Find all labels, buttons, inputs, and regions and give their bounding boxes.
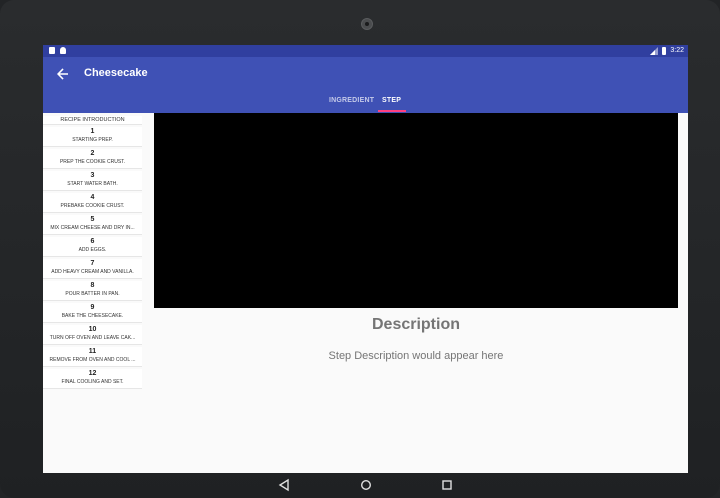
battery-icon [662, 46, 667, 55]
tablet-frame: 3:22 Cheesecake INGREDIENT STEP RECIPE I… [0, 0, 720, 498]
step-number: 5 [90, 216, 95, 223]
step-label: PREP THE COOKIE CRUST. [59, 159, 126, 165]
step-item[interactable]: 5 MIX CREAM CHEESE AND DRY IN... [43, 215, 142, 235]
step-label: FINAL COOLING AND SET. [61, 379, 124, 385]
android-debug-icon [60, 47, 66, 54]
page-title: Cheesecake [84, 67, 148, 79]
step-label: ADD HEAVY CREAM AND VANILLA. [51, 269, 134, 275]
tab-step[interactable]: STEP [382, 97, 401, 104]
step-item[interactable]: 10 TURN OFF OVEN AND LEAVE CAK... [43, 325, 142, 345]
step-number: 8 [90, 282, 95, 289]
step-number: 6 [90, 238, 95, 245]
step-number: 9 [90, 304, 95, 311]
system-nav-bar [0, 473, 720, 498]
step-label: ADD EGGS. [78, 247, 107, 253]
step-item[interactable]: 8 POUR BATTER IN PAN. [43, 281, 142, 301]
step-list: RECIPE INTRODUCTION 1 STARTING PREP. 2 PREP… [43, 116, 143, 391]
front-camera [361, 18, 373, 30]
status-bar: 3:22 [43, 45, 688, 57]
step-item[interactable]: 7 ADD HEAVY CREAM AND VANILLA. [43, 259, 142, 279]
step-number: 3 [90, 172, 95, 179]
step-label: PREBAKE COOKIE CRUST. [60, 203, 125, 209]
signal-icon [650, 46, 659, 55]
step-label: START WATER BATH. [67, 181, 118, 187]
step-item[interactable]: 6 ADD EGGS. [43, 237, 142, 257]
step-label: REMOVE FROM OVEN AND COOL ... [49, 357, 136, 363]
step-number: 7 [90, 260, 95, 267]
tab-bar: INGREDIENT STEP [43, 92, 688, 113]
description-title: Description [371, 316, 460, 333]
step-number: 1 [90, 128, 95, 135]
nav-recents-icon[interactable] [440, 478, 454, 492]
step-label: MIX CREAM CHEESE AND DRY IN... [50, 225, 135, 231]
step-item-intro[interactable]: RECIPE INTRODUCTION [43, 116, 142, 125]
tab-indicator [378, 110, 406, 112]
nav-home-icon[interactable] [359, 478, 373, 492]
step-item[interactable]: 1 STARTING PREP. [43, 127, 142, 147]
step-label: STARTING PREP. [72, 137, 113, 143]
sd-card-icon [49, 47, 55, 54]
step-number: 10 [88, 326, 97, 333]
step-label: TURN OFF OVEN AND LEAVE CAK... [49, 335, 136, 341]
video-player[interactable] [154, 113, 678, 308]
tab-ingredient[interactable]: INGREDIENT [329, 97, 374, 104]
app-screen: 3:22 Cheesecake INGREDIENT STEP RECIPE I… [43, 45, 688, 473]
app-toolbar: Cheesecake [43, 57, 688, 92]
step-item[interactable]: 3 START WATER BATH. [43, 171, 142, 191]
arrow-back-icon[interactable] [55, 66, 71, 82]
nav-back-icon[interactable] [277, 478, 291, 492]
step-item[interactable]: 2 PREP THE COOKIE CRUST. [43, 149, 142, 169]
step-number: 4 [90, 194, 95, 201]
step-number: 2 [90, 150, 95, 157]
description-text: Step Description would appear here [328, 350, 504, 362]
step-number: 11 [88, 348, 97, 355]
status-time: 3:22 [670, 47, 684, 54]
step-number: 12 [88, 370, 97, 377]
step-item[interactable]: 9 BAKE THE CHEESECAKE. [43, 303, 142, 323]
step-label: BAKE THE CHEESECAKE. [61, 313, 124, 319]
step-item[interactable]: 11 REMOVE FROM OVEN AND COOL ... [43, 347, 142, 367]
step-label: RECIPE INTRODUCTION [60, 117, 125, 123]
step-label: POUR BATTER IN PAN. [65, 291, 120, 297]
step-item[interactable]: 4 PREBAKE COOKIE CRUST. [43, 193, 142, 213]
step-item[interactable]: 12 FINAL COOLING AND SET. [43, 369, 142, 389]
